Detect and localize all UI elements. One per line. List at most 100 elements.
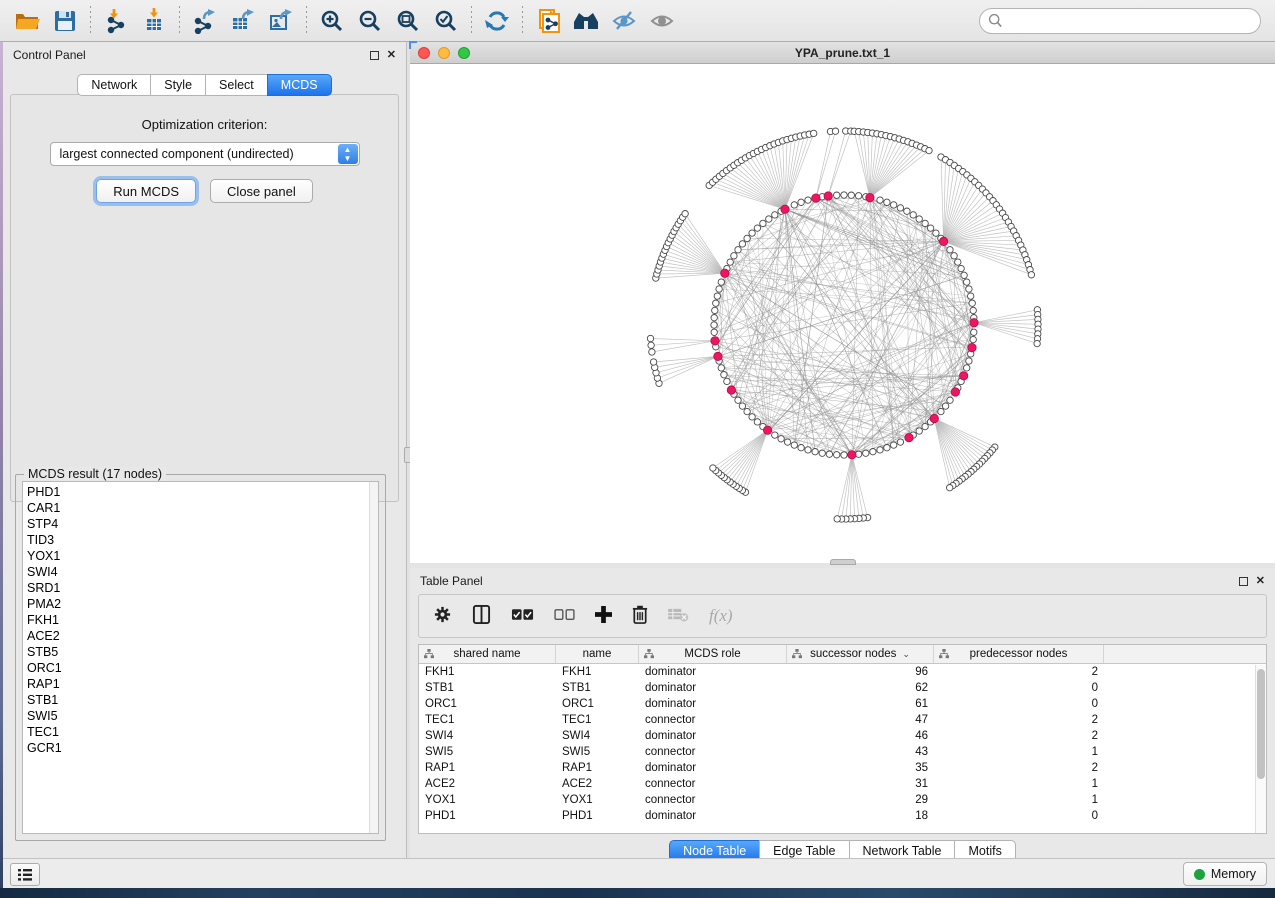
- show-details-button[interactable]: [643, 4, 681, 38]
- ring-node[interactable]: [897, 439, 903, 445]
- ring-node[interactable]: [724, 378, 730, 384]
- ring-node[interactable]: [863, 450, 869, 456]
- ring-node[interactable]: [713, 300, 719, 306]
- column-header-name[interactable]: name: [556, 645, 639, 663]
- column-header-MCDS-role[interactable]: MCDS role: [639, 645, 787, 663]
- horizontal-splitter-handle[interactable]: [830, 559, 856, 565]
- mcds-result-item[interactable]: SWI5: [23, 708, 378, 724]
- network-canvas[interactable]: [410, 64, 1275, 562]
- ring-node[interactable]: [933, 230, 939, 236]
- ring-node[interactable]: [805, 197, 811, 203]
- task-history-button[interactable]: [10, 863, 40, 886]
- ring-node[interactable]: [848, 192, 854, 198]
- save-session-button[interactable]: [46, 4, 84, 38]
- mcds-hub-node[interactable]: [968, 343, 976, 351]
- table-row[interactable]: ACE2ACE2connector311: [419, 776, 1266, 792]
- ring-node[interactable]: [766, 216, 772, 222]
- ring-node[interactable]: [711, 329, 717, 335]
- zoom-in-button[interactable]: [313, 4, 351, 38]
- network-file-button[interactable]: [529, 4, 567, 38]
- mcds-hub-node[interactable]: [714, 352, 722, 360]
- ring-node[interactable]: [735, 397, 741, 403]
- hide-details-button[interactable]: [605, 4, 643, 38]
- show-all-columns-button[interactable]: [511, 608, 534, 625]
- ring-node[interactable]: [870, 449, 876, 455]
- leaf-node[interactable]: [647, 335, 653, 341]
- ring-node[interactable]: [711, 315, 717, 321]
- ring-node[interactable]: [798, 199, 804, 205]
- network-window-titlebar[interactable]: YPA_prune.txt_1: [410, 42, 1275, 64]
- close-panel-button[interactable]: Close panel: [210, 179, 313, 203]
- run-mcds-button[interactable]: Run MCDS: [96, 179, 196, 203]
- ring-node[interactable]: [927, 225, 933, 231]
- ring-node[interactable]: [744, 408, 750, 414]
- ring-node[interactable]: [744, 235, 750, 241]
- ring-node[interactable]: [897, 205, 903, 211]
- sort-indicator-icon[interactable]: ⌄: [902, 649, 910, 660]
- leaf-node[interactable]: [1034, 340, 1040, 346]
- table-row[interactable]: FKH1FKH1dominator962: [419, 664, 1266, 680]
- column-header-shared-name[interactable]: shared name: [419, 645, 556, 663]
- ring-node[interactable]: [714, 293, 720, 299]
- float-panel-icon[interactable]: [370, 51, 379, 60]
- leaf-node[interactable]: [926, 147, 932, 153]
- ring-node[interactable]: [877, 197, 883, 203]
- settings-button[interactable]: [433, 605, 452, 627]
- mcds-result-item[interactable]: YOX1: [23, 548, 378, 564]
- ring-node[interactable]: [812, 449, 818, 455]
- mcds-hub-node[interactable]: [727, 386, 735, 394]
- ring-node[interactable]: [798, 445, 804, 451]
- ring-node[interactable]: [739, 241, 745, 247]
- ring-node[interactable]: [947, 397, 953, 403]
- mcds-hub-node[interactable]: [848, 451, 856, 459]
- mcds-result-item[interactable]: STP4: [23, 516, 378, 532]
- ring-node[interactable]: [754, 225, 760, 231]
- leaf-node[interactable]: [834, 516, 840, 522]
- ring-node[interactable]: [721, 372, 727, 378]
- leaf-node[interactable]: [649, 349, 655, 355]
- leaf-node[interactable]: [650, 359, 656, 365]
- network-graph[interactable]: [410, 64, 1275, 562]
- ring-node[interactable]: [760, 220, 766, 226]
- ring-node[interactable]: [884, 199, 890, 205]
- mcds-result-item[interactable]: GCR1: [23, 740, 378, 756]
- mcds-hub-node[interactable]: [960, 372, 968, 380]
- leaf-node[interactable]: [832, 128, 838, 134]
- ring-node[interactable]: [970, 307, 976, 313]
- export-image-button[interactable]: [262, 4, 300, 38]
- mcds-result-scrollbar[interactable]: [369, 482, 378, 833]
- mcds-result-item[interactable]: SRD1: [23, 580, 378, 596]
- ring-node[interactable]: [784, 439, 790, 445]
- table-row[interactable]: TEC1TEC1connector472: [419, 712, 1266, 728]
- ring-node[interactable]: [916, 216, 922, 222]
- ring-node[interactable]: [916, 428, 922, 434]
- mcds-hub-node[interactable]: [763, 426, 771, 434]
- table-row[interactable]: ORC1ORC1dominator610: [419, 696, 1266, 712]
- ring-node[interactable]: [735, 247, 741, 253]
- ring-node[interactable]: [922, 423, 928, 429]
- ring-node[interactable]: [955, 259, 961, 265]
- delete-column-button[interactable]: [632, 605, 648, 627]
- zoom-fit-button[interactable]: [389, 4, 427, 38]
- ring-node[interactable]: [716, 286, 722, 292]
- table-row[interactable]: STB1STB1dominator620: [419, 680, 1266, 696]
- ring-node[interactable]: [819, 450, 825, 456]
- export-network-button[interactable]: [186, 4, 224, 38]
- leaf-node[interactable]: [710, 465, 716, 471]
- add-column-button[interactable]: [595, 606, 612, 626]
- mcds-result-item[interactable]: ACE2: [23, 628, 378, 644]
- ring-node[interactable]: [727, 259, 733, 265]
- ring-node[interactable]: [971, 329, 977, 335]
- mcds-result-item[interactable]: FKH1: [23, 612, 378, 628]
- close-panel-icon[interactable]: ✕: [387, 50, 396, 61]
- mcds-hub-node[interactable]: [824, 192, 832, 200]
- mcds-result-item[interactable]: PMA2: [23, 596, 378, 612]
- refresh-layout-button[interactable]: [478, 4, 516, 38]
- ring-node[interactable]: [749, 414, 755, 420]
- column-layout-button[interactable]: [472, 605, 491, 627]
- table-row[interactable]: YOX1YOX1connector291: [419, 792, 1266, 808]
- table-row[interactable]: PHD1PHD1dominator180: [419, 808, 1266, 824]
- mcds-result-item[interactable]: RAP1: [23, 676, 378, 692]
- mcds-result-item[interactable]: TEC1: [23, 724, 378, 740]
- mcds-result-item[interactable]: TID3: [23, 532, 378, 548]
